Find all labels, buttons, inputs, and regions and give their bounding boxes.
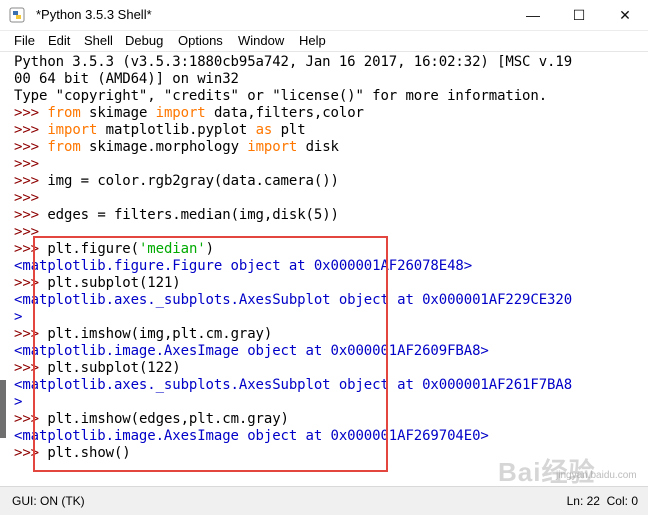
gui-status: GUI: ON (TK) [12, 494, 85, 508]
code-line: >>> img = color.rgb2gray(data.camera()) [14, 173, 339, 190]
prompt: >>> [14, 173, 39, 189]
prompt: >>> [14, 207, 39, 223]
code-text: data,filters,color [205, 105, 364, 121]
code-line: >>> edges = filters.median(img,disk(5)) [14, 207, 339, 224]
menu-edit[interactable]: Edit [48, 33, 70, 48]
window-title: *Python 3.5.3 Shell* [36, 7, 152, 22]
column-number: Col: 0 [606, 494, 638, 508]
line-number: Ln: 22 [566, 494, 600, 508]
prompt: >>> [14, 105, 39, 121]
code-line: >>> from skimage import data,filters,col… [14, 105, 364, 122]
keyword: from [47, 105, 81, 121]
code-text: edges = filters.median(img,disk(5)) [47, 207, 339, 223]
code-text: matplotlib.pyplot [97, 122, 256, 138]
keyword: import [155, 105, 206, 121]
menu-window[interactable]: Window [238, 33, 284, 48]
output-line: > [14, 394, 23, 410]
code-text: skimage.morphology [80, 139, 248, 155]
code-line: >>> [14, 156, 39, 173]
prompt: >>> [14, 156, 39, 172]
menu-shell[interactable]: Shell [84, 33, 113, 48]
menu-options[interactable]: Options [178, 33, 223, 48]
code-text: disk [297, 139, 339, 155]
keyword: import [47, 122, 98, 138]
banner-line: Python 3.5.3 (v3.5.3:1880cb95a742, Jan 1… [14, 54, 573, 70]
prompt: >>> [14, 190, 39, 206]
python-icon [9, 7, 25, 23]
minimize-button[interactable]: — [510, 0, 556, 30]
menu-bar: File Edit Shell Debug Options Window Hel… [0, 31, 648, 52]
highlight-annotation-box [33, 236, 388, 472]
status-bar: GUI: ON (TK) Ln: 22 Col: 0 [0, 486, 648, 515]
code-text: plt [272, 122, 306, 138]
keyword: as [255, 122, 273, 138]
keyword: import [247, 139, 298, 155]
code-line: >>> from skimage.morphology import disk [14, 139, 339, 156]
menu-debug[interactable]: Debug [125, 33, 163, 48]
cursor-position: Ln: 22 Col: 0 [567, 494, 638, 508]
banner-line: Type "copyright", "credits" or "license(… [14, 88, 548, 104]
maximize-button[interactable]: ☐ [556, 0, 602, 30]
prompt: >>> [14, 139, 39, 155]
code-text: img = color.rgb2gray(data.camera()) [47, 173, 339, 189]
watermark-url: jingyan.baidu.com [556, 470, 637, 481]
code-text: skimage [80, 105, 156, 121]
code-line: >>> [14, 190, 39, 207]
code-line: >>> import matplotlib.pyplot as plt [14, 122, 306, 139]
close-button[interactable]: ✕ [602, 0, 648, 30]
menu-help[interactable]: Help [299, 33, 326, 48]
menu-file[interactable]: File [14, 33, 35, 48]
banner-line: 00 64 bit (AMD64)] on win32 [14, 71, 239, 87]
prompt: >>> [14, 122, 39, 138]
output-line: > [14, 309, 23, 325]
keyword: from [47, 139, 81, 155]
title-bar: *Python 3.5.3 Shell* — ☐ ✕ [0, 0, 648, 31]
